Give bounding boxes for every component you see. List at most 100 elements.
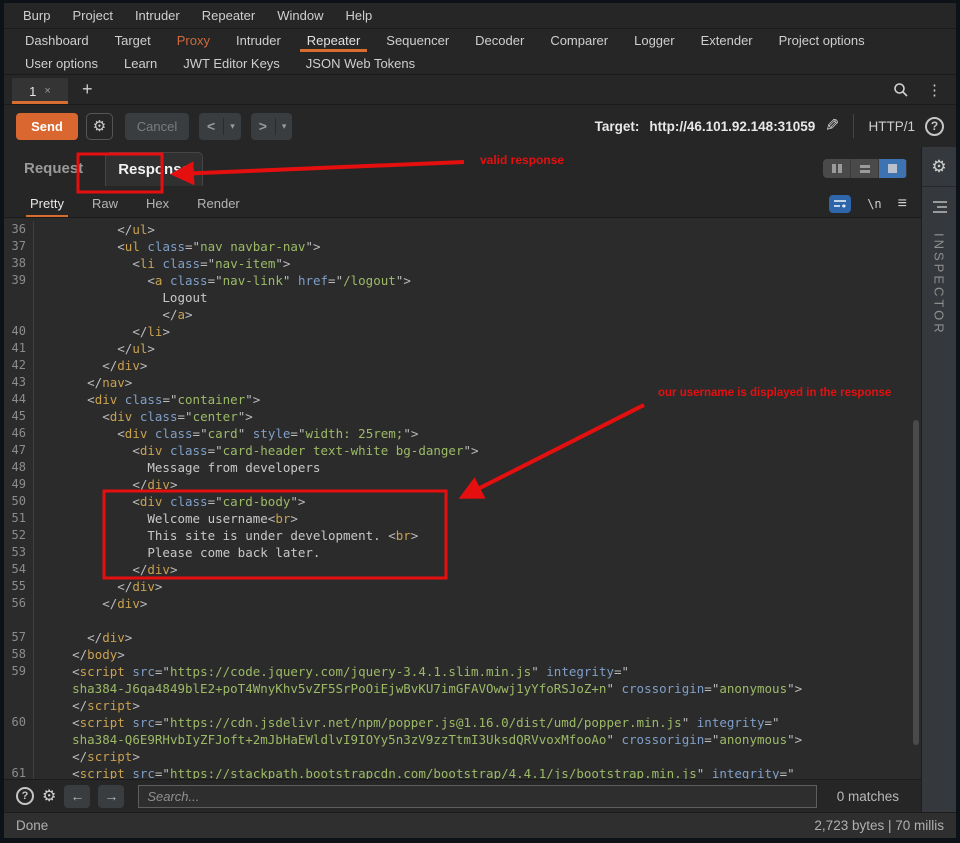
line-number: 45 (4, 408, 34, 425)
add-tab-button[interactable]: + (68, 75, 107, 104)
toolbar: Send ⚙ Cancel < ▾ > ▾ Target: http://46.… (4, 105, 956, 147)
menu-intruder[interactable]: Intruder (124, 3, 191, 28)
search-icon[interactable] (893, 82, 909, 98)
code-line: 38 <li class="nav-item"> (4, 255, 921, 272)
tab-target[interactable]: Target (102, 29, 164, 52)
repeater-tab-1[interactable]: 1 × (12, 78, 68, 104)
line-number: 47 (4, 442, 34, 459)
line-number: 43 (4, 374, 34, 391)
next-match-button[interactable]: → (98, 785, 124, 808)
code-line: 52 This site is under development. <br> (4, 527, 921, 544)
code-line: 53 Please come back later. (4, 544, 921, 561)
menu-help[interactable]: Help (334, 3, 383, 28)
single-pane-icon (888, 164, 897, 173)
word-wrap-button[interactable] (829, 195, 851, 213)
tab-proxy[interactable]: Proxy (164, 29, 223, 52)
editor-menu-icon[interactable]: ≡ (898, 195, 907, 213)
line-number (4, 748, 34, 765)
layout-single-button[interactable] (879, 159, 907, 178)
line-number (4, 612, 34, 629)
line-number (4, 697, 34, 714)
tab-repeater[interactable]: Repeater (294, 29, 373, 52)
response-tab[interactable]: Response (105, 152, 203, 186)
tab-extender[interactable]: Extender (688, 29, 766, 52)
tab-project-options[interactable]: Project options (766, 29, 878, 52)
view-tab-render[interactable]: Render (185, 190, 252, 217)
target-label: Target: (595, 119, 640, 134)
tab-user-options[interactable]: User options (12, 52, 111, 74)
line-number: 41 (4, 340, 34, 357)
close-tab-icon[interactable]: × (44, 85, 50, 97)
code-line: Logout (4, 289, 921, 306)
menu-repeater[interactable]: Repeater (191, 3, 266, 28)
tab-learn[interactable]: Learn (111, 52, 170, 74)
search-input[interactable] (138, 785, 816, 808)
line-number: 51 (4, 510, 34, 527)
history-forward-label: > (251, 118, 275, 134)
tab-sequencer[interactable]: Sequencer (373, 29, 462, 52)
response-metrics: 2,723 bytes | 70 millis (814, 818, 944, 833)
tab-dashboard[interactable]: Dashboard (12, 29, 102, 52)
line-number: 54 (4, 561, 34, 578)
line-number: 42 (4, 357, 34, 374)
chevron-down-icon[interactable]: ▾ (224, 121, 241, 132)
code-line: 54 </div> (4, 561, 921, 578)
inspector-gear-icon[interactable]: ⚙ (931, 147, 946, 186)
edit-target-pencil-icon[interactable]: ✎ (825, 116, 839, 136)
burp-window: Burp Project Intruder Repeater Window He… (0, 0, 960, 843)
inspector-title[interactable]: INSPECTOR (932, 233, 947, 336)
history-back-label: < (199, 118, 223, 134)
line-number: 46 (4, 425, 34, 442)
line-number: 52 (4, 527, 34, 544)
view-tab-hex[interactable]: Hex (134, 190, 181, 217)
cancel-button[interactable]: Cancel (125, 113, 189, 140)
code-line: 44 <div class="container"> (4, 391, 921, 408)
line-number: 36 (4, 221, 34, 238)
tab-intruder[interactable]: Intruder (223, 29, 294, 52)
tab-comparer[interactable]: Comparer (537, 29, 621, 52)
code-line: 59 <script src="https://code.jquery.com/… (4, 663, 921, 680)
history-forward-button[interactable]: > ▾ (251, 113, 293, 140)
scrollbar[interactable] (913, 420, 919, 745)
send-settings-gear-icon[interactable]: ⚙ (86, 113, 113, 140)
code-line: 49 </div> (4, 476, 921, 493)
kebab-menu-icon[interactable]: ⋮ (927, 81, 942, 99)
response-code-view[interactable]: 36 </ul>37 <ul class="nav navbar-nav">38… (4, 218, 921, 779)
line-number: 50 (4, 493, 34, 510)
chevron-down-icon[interactable]: ▾ (276, 121, 293, 132)
history-back-button[interactable]: < ▾ (199, 113, 241, 140)
line-number: 49 (4, 476, 34, 493)
help-icon[interactable]: ? (925, 117, 944, 136)
line-number: 40 (4, 323, 34, 340)
layout-rows-button[interactable] (851, 159, 879, 178)
target-url: http://46.101.92.148:31059 (649, 119, 815, 134)
code-line: 60 <script src="https://cdn.jsdelivr.net… (4, 714, 921, 731)
http-version-label[interactable]: HTTP/1 (868, 119, 915, 134)
line-number: 53 (4, 544, 34, 561)
layout-columns-button[interactable] (823, 159, 851, 178)
tab-logger[interactable]: Logger (621, 29, 687, 52)
toolbar-divider (853, 114, 854, 138)
line-number: 59 (4, 663, 34, 680)
previous-match-button[interactable]: ← (64, 785, 90, 808)
tab-jwt-editor-keys[interactable]: JWT Editor Keys (170, 52, 293, 74)
view-tab-raw[interactable]: Raw (80, 190, 130, 217)
line-number: 57 (4, 629, 34, 646)
layout-toggle-group (823, 159, 907, 178)
show-newlines-button[interactable]: \n (867, 197, 881, 211)
search-settings-gear-icon[interactable]: ⚙ (42, 786, 56, 806)
request-tab[interactable]: Request (18, 151, 89, 186)
code-line: 39 <a class="nav-link" href="/logout"> (4, 272, 921, 289)
tab-json-web-tokens[interactable]: JSON Web Tokens (293, 52, 428, 74)
send-button[interactable]: Send (16, 113, 78, 140)
menu-burp[interactable]: Burp (12, 3, 61, 28)
search-help-icon[interactable]: ? (16, 787, 34, 805)
menu-window[interactable]: Window (266, 3, 334, 28)
code-line: </a> (4, 306, 921, 323)
view-tab-pretty[interactable]: Pretty (18, 190, 76, 217)
code-line: 37 <ul class="nav navbar-nav"> (4, 238, 921, 255)
collapse-panel-icon[interactable] (931, 201, 947, 213)
code-line: 58 </body> (4, 646, 921, 663)
menu-project[interactable]: Project (61, 3, 123, 28)
tab-decoder[interactable]: Decoder (462, 29, 537, 52)
